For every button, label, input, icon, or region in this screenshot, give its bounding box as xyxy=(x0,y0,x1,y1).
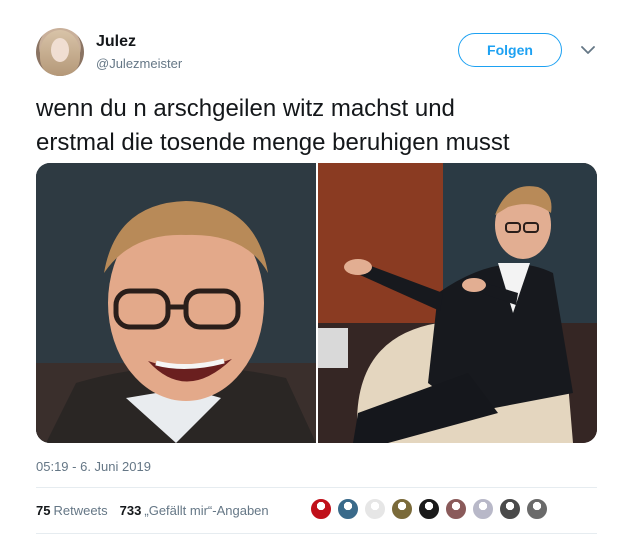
tweet-text: wenn du n arschgeilen witz machst und er… xyxy=(36,92,606,160)
tweet-text-line: wenn du n arschgeilen witz machst und xyxy=(36,95,455,122)
retweets-label: Retweets xyxy=(53,503,108,518)
photo-right[interactable] xyxy=(318,163,597,443)
user-handle[interactable]: @Julezmeister xyxy=(96,56,182,71)
tweet-timestamp[interactable]: 05:19 - 6. Juni 2019 xyxy=(36,459,151,474)
follow-button[interactable]: Folgen xyxy=(458,33,562,67)
liker-avatar[interactable] xyxy=(525,497,549,521)
chevron-down-icon[interactable] xyxy=(580,42,596,58)
liker-avatar[interactable] xyxy=(390,497,414,521)
liker-avatar[interactable] xyxy=(309,497,333,521)
liker-avatar[interactable] xyxy=(336,497,360,521)
divider xyxy=(36,533,597,534)
tweet-card: Julez @Julezmeister Folgen wenn du n ars… xyxy=(0,0,636,540)
avatar-face xyxy=(51,38,69,62)
media-grid xyxy=(36,163,597,443)
retweets-stat[interactable]: 75 Retweets xyxy=(36,503,108,518)
liker-avatar[interactable] xyxy=(498,497,522,521)
chevron-down-icon-svg xyxy=(581,45,595,54)
retweets-count: 75 xyxy=(36,503,51,518)
avatar[interactable] xyxy=(36,28,84,76)
likes-label: „Gefällt mir“-Angaben xyxy=(144,503,269,518)
photo-left[interactable] xyxy=(36,163,316,443)
liker-avatar[interactable] xyxy=(444,497,468,521)
photo-right-illustration xyxy=(318,163,597,443)
liker-avatar[interactable] xyxy=(363,497,387,521)
likes-stat[interactable]: 733 „Gefällt mir“-Angaben xyxy=(120,503,269,518)
likes-count: 733 xyxy=(119,503,142,518)
tweet-text-line: erstmal die tosende menge beruhigen muss… xyxy=(36,129,510,156)
divider xyxy=(36,487,597,488)
liker-avatar[interactable] xyxy=(471,497,495,521)
photo-left-illustration xyxy=(36,163,316,443)
liker-avatar[interactable] xyxy=(417,497,441,521)
user-name[interactable]: Julez xyxy=(96,33,136,51)
tweet-stats: 75 Retweets 733 „Gefällt mir“-Angaben xyxy=(36,503,269,518)
likers-avatars xyxy=(309,497,552,521)
